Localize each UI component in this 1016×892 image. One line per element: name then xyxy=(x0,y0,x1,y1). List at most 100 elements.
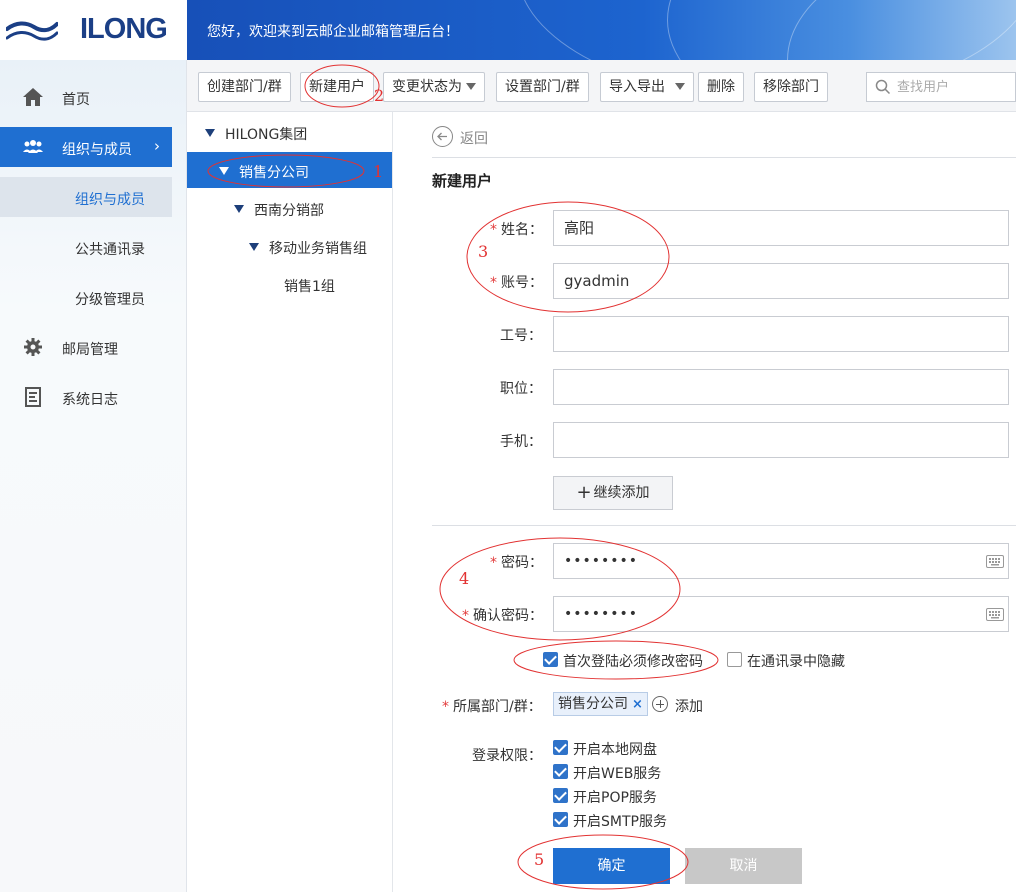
required-marker: * xyxy=(490,275,497,291)
permission-checkbox-web[interactable] xyxy=(553,764,568,779)
tree-node-label: 销售分公司 xyxy=(239,165,309,181)
tree-node-sales-branch[interactable]: 销售分公司 xyxy=(187,152,392,188)
hide-in-contacts-checkbox[interactable] xyxy=(727,652,742,667)
tree-node-label: 销售1组 xyxy=(284,279,335,295)
search-icon xyxy=(875,79,891,95)
create-dept-button[interactable]: 创建部门/群 xyxy=(198,72,291,102)
permission-checkbox-smtp[interactable] xyxy=(553,812,568,827)
sidebar-item-label: 组织与成员 xyxy=(62,142,132,158)
name-field[interactable]: 高阳 xyxy=(553,210,1009,246)
add-circle-icon[interactable] xyxy=(652,696,668,712)
import-export-label: 导入导出 xyxy=(609,79,665,95)
required-marker: * xyxy=(462,608,469,624)
must-change-password-checkbox[interactable] xyxy=(543,652,558,667)
required-marker: * xyxy=(490,222,497,238)
position-label: 职位： xyxy=(500,381,542,397)
change-status-dropdown[interactable]: 变更状态为 xyxy=(383,72,485,102)
permission-label: 开启WEB服务 xyxy=(573,766,662,782)
tree-node-label: 西南分销部 xyxy=(254,203,324,219)
tree-node-label: HILONG集团 xyxy=(225,127,308,143)
logo-waves-icon xyxy=(6,21,58,41)
caret-down-icon xyxy=(675,83,685,90)
expand-triangle-icon xyxy=(205,129,215,137)
plus-icon: + xyxy=(576,482,592,503)
required-marker: * xyxy=(490,555,497,571)
toolbar: 创建部门/群 新建用户 变更状态为 设置部门/群 导入导出 删除 移除部门 xyxy=(187,60,1016,112)
back-arrow-icon xyxy=(432,126,453,147)
new-user-form: 返回 新建用户 * 姓名： 高阳 * 账号： gyadmin 工号： 职位： 手机：… xyxy=(394,112,1016,892)
cancel-button[interactable]: 取消 xyxy=(685,848,802,884)
keyboard-icon[interactable] xyxy=(986,608,1004,621)
confirm-password-field[interactable]: •••••••• xyxy=(553,596,1009,632)
sidebar-subitem-public-contacts[interactable]: 公共通讯录 xyxy=(0,227,172,267)
expand-triangle-icon xyxy=(249,243,259,251)
sidebar-item-label: 邮局管理 xyxy=(62,342,118,358)
tree-node-label: 移动业务销售组 xyxy=(269,241,367,257)
sidebar-subitem-org-members[interactable]: 组织与成员 xyxy=(0,177,172,217)
keyboard-icon[interactable] xyxy=(986,555,1004,568)
form-title: 新建用户 xyxy=(432,172,493,190)
password-field[interactable]: •••••••• xyxy=(553,543,1009,579)
sidebar-item-org-members[interactable]: 组织与成员 › xyxy=(0,127,172,167)
chevron-right-icon: › xyxy=(154,137,160,155)
hide-in-contacts-label: 在通讯录中隐藏 xyxy=(747,654,845,670)
position-field[interactable] xyxy=(553,369,1009,405)
admin-page: ILONG 您好，欢迎来到云邮企业邮箱管理后台！ 首页 组织与成员 › 组织与成… xyxy=(0,0,1016,892)
delete-button[interactable]: 删除 xyxy=(698,72,744,102)
home-icon xyxy=(23,88,43,106)
remove-tag-icon[interactable]: × xyxy=(632,697,643,712)
permission-label: 开启本地网盘 xyxy=(573,742,657,758)
annotation-number: 4 xyxy=(459,569,470,588)
tree-node-mobile-sales[interactable]: 移动业务销售组 xyxy=(187,228,392,264)
logo[interactable]: ILONG xyxy=(0,0,187,60)
sidebar-subitem-label: 分级管理员 xyxy=(75,292,145,308)
sidebar-subitem-tiered-admin[interactable]: 分级管理员 xyxy=(0,277,172,317)
employee-id-field[interactable] xyxy=(553,316,1009,352)
logo-text: ILONG xyxy=(80,13,168,45)
caret-down-icon xyxy=(466,83,476,90)
login-permission-label: 登录权限： xyxy=(472,748,542,764)
dept-label: * 所属部门/群： xyxy=(442,699,542,715)
search-box xyxy=(866,72,1016,102)
set-dept-button[interactable]: 设置部门/群 xyxy=(496,72,589,102)
welcome-banner: 您好，欢迎来到云邮企业邮箱管理后台！ xyxy=(187,0,1016,60)
tree-node-sales-group1[interactable]: 销售1组 xyxy=(187,266,392,302)
permission-label: 开启POP服务 xyxy=(573,790,657,806)
permission-checkbox-pop[interactable] xyxy=(553,788,568,803)
phone-field[interactable] xyxy=(553,422,1009,458)
new-user-button[interactable]: 新建用户 xyxy=(300,72,374,102)
name-label: * 姓名： xyxy=(490,222,543,238)
search-input[interactable] xyxy=(897,77,1012,97)
confirm-button[interactable]: 确定 xyxy=(553,848,670,884)
expand-triangle-icon xyxy=(219,167,229,175)
annotation-number: 1 xyxy=(373,162,384,181)
users-icon xyxy=(23,140,43,153)
sidebar-item-home[interactable]: 首页 xyxy=(0,77,172,117)
log-icon xyxy=(25,387,41,407)
permission-label: 开启SMTP服务 xyxy=(573,814,667,830)
expand-triangle-icon xyxy=(234,205,244,213)
phone-label: 手机： xyxy=(500,434,542,450)
permission-checkbox-netdisk[interactable] xyxy=(553,740,568,755)
employee-id-label: 工号： xyxy=(500,328,542,344)
sidebar-item-system-log[interactable]: 系统日志 xyxy=(0,377,172,417)
org-tree: HILONG集团 销售分公司 西南分销部 移动业务销售组 销售1组 xyxy=(187,112,393,892)
tree-node-root[interactable]: HILONG集团 xyxy=(187,114,392,150)
account-label: * 账号： xyxy=(490,275,543,291)
tree-node-southwest[interactable]: 西南分销部 xyxy=(187,190,392,226)
password-label: * 密码： xyxy=(490,555,543,571)
confirm-password-label: * 确认密码： xyxy=(462,608,543,624)
add-more-button[interactable]: + 继续添加 xyxy=(553,476,673,510)
add-dept-link[interactable]: 添加 xyxy=(675,696,703,716)
welcome-text: 您好，欢迎来到云邮企业邮箱管理后台！ xyxy=(207,24,459,40)
import-export-dropdown[interactable]: 导入导出 xyxy=(600,72,694,102)
sidebar-item-label: 首页 xyxy=(62,92,90,108)
annotation-number: 2 xyxy=(374,86,385,105)
dept-tag: 销售分公司 × xyxy=(553,692,648,716)
top-header: ILONG 您好，欢迎来到云邮企业邮箱管理后台！ xyxy=(0,0,1016,60)
account-field[interactable]: gyadmin xyxy=(553,263,1009,299)
remove-dept-button[interactable]: 移除部门 xyxy=(754,72,828,102)
sidebar-item-post-office[interactable]: 邮局管理 xyxy=(0,327,172,367)
sidebar-subitem-label: 组织与成员 xyxy=(75,192,145,208)
change-status-label: 变更状态为 xyxy=(392,79,462,95)
